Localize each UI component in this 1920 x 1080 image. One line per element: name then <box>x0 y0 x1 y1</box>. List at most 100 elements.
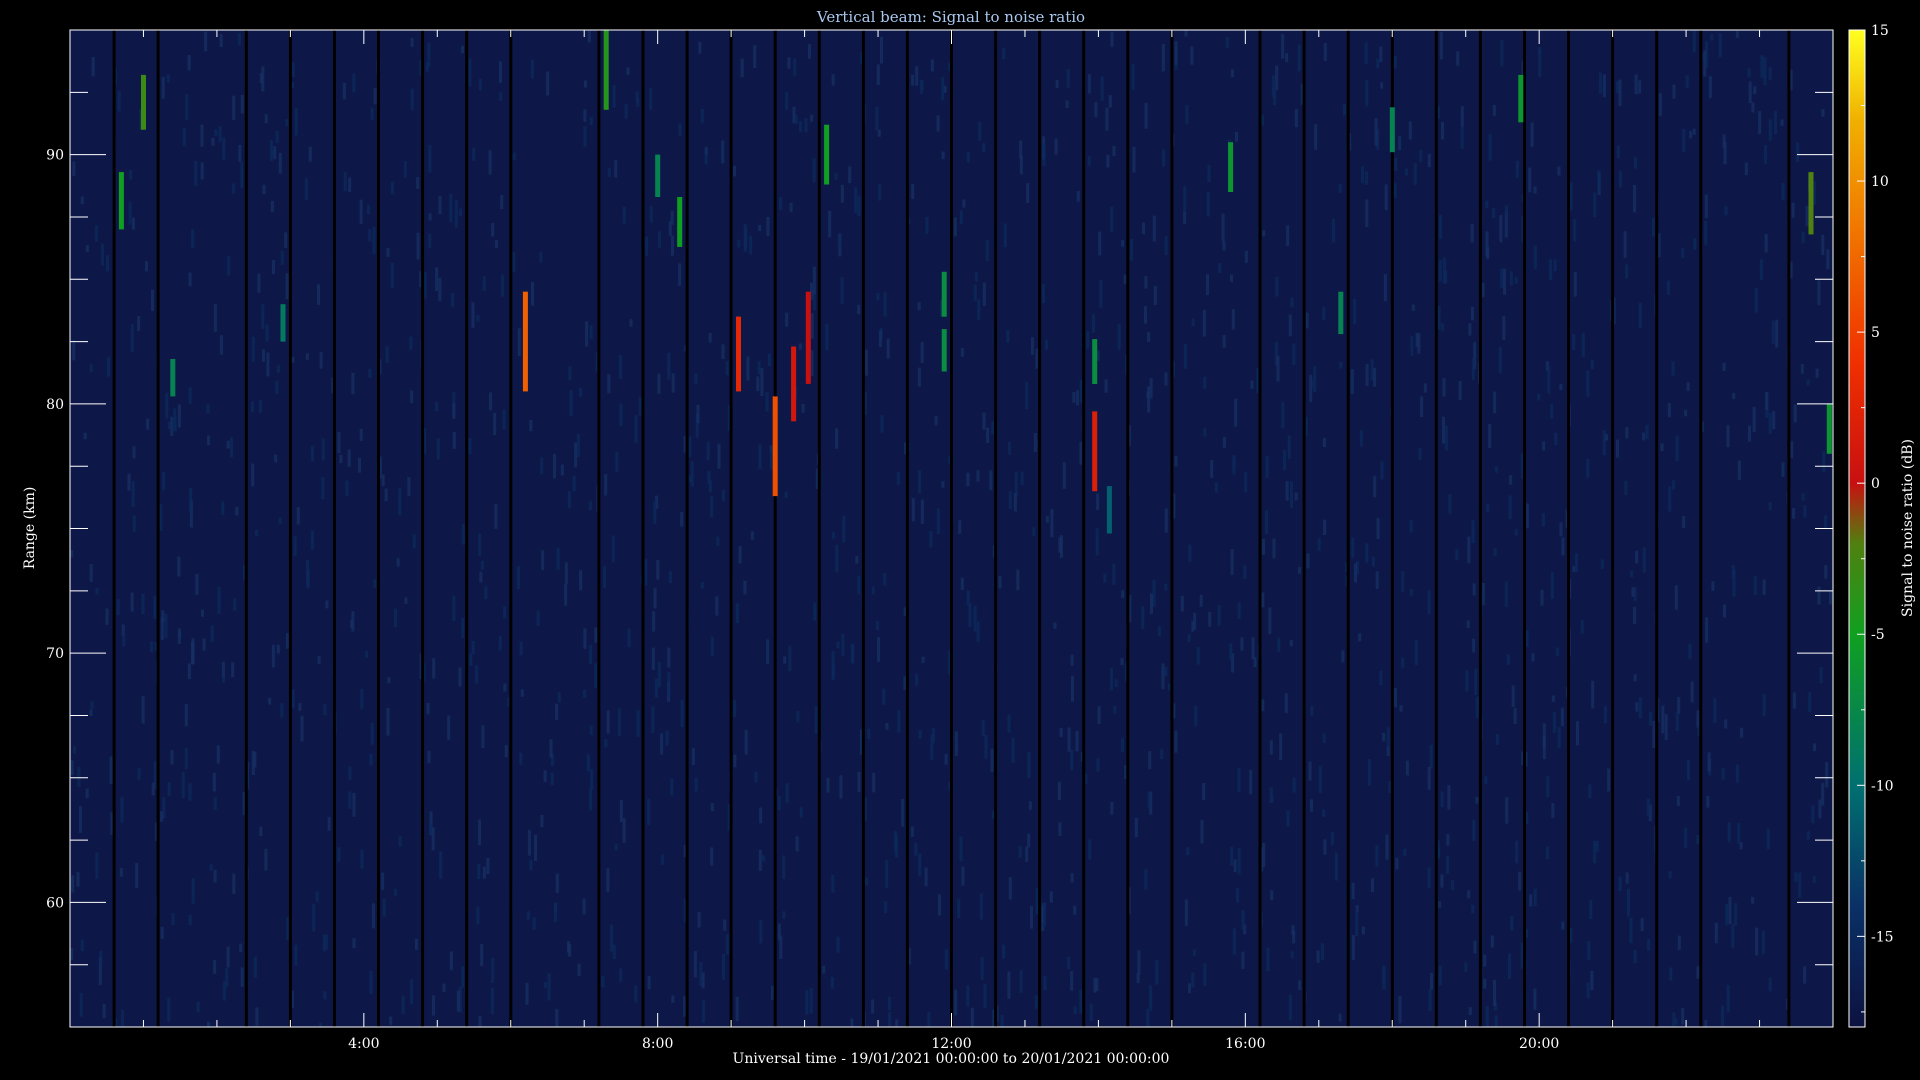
noise-cell <box>1121 590 1125 598</box>
noise-cell <box>368 229 372 242</box>
noise-cell <box>189 487 193 513</box>
noise-cell <box>1208 611 1212 627</box>
noise-cell <box>1376 58 1380 68</box>
data-gap <box>465 30 469 1027</box>
noise-cell <box>645 236 649 256</box>
noise-cell <box>439 851 443 879</box>
noise-cell <box>1533 245 1537 270</box>
noise-cell <box>1801 493 1805 501</box>
y-tick-label: 90 <box>46 148 64 164</box>
noise-cell <box>795 836 799 852</box>
noise-cell <box>128 202 132 225</box>
noise-cell <box>854 187 858 214</box>
data-gap <box>1478 30 1482 1027</box>
noise-cell <box>1200 820 1204 844</box>
noise-cell <box>1727 822 1731 843</box>
noise-cell <box>826 777 830 793</box>
noise-cell <box>1514 529 1518 536</box>
noise-cell <box>382 898 386 917</box>
noise-cell <box>1529 894 1533 907</box>
noise-cell <box>759 807 763 824</box>
data-gap <box>861 30 865 1027</box>
noise-cell <box>541 550 545 570</box>
noise-cell <box>339 454 343 464</box>
noise-cell <box>715 596 719 616</box>
noise-cell <box>359 199 363 224</box>
noise-cell <box>77 766 81 787</box>
noise-cell <box>1672 480 1676 490</box>
x-tick-label: 8:00 <box>642 1036 673 1052</box>
noise-cell <box>1335 852 1338 881</box>
noise-cell <box>191 877 195 904</box>
noise-cell <box>1361 926 1365 935</box>
noise-cell <box>671 235 674 256</box>
noise-cell <box>1386 727 1390 748</box>
noise-cell <box>1667 403 1671 418</box>
noise-cell <box>1602 74 1606 98</box>
data-gap <box>332 30 336 1027</box>
noise-cell <box>1573 272 1577 297</box>
noise-cell <box>660 854 664 865</box>
noise-cell <box>876 293 880 301</box>
noise-cell <box>435 267 439 291</box>
noise-cell <box>1677 935 1681 950</box>
noise-cell <box>842 515 846 543</box>
noise-cell <box>1067 956 1071 970</box>
noise-cell <box>1575 553 1578 572</box>
noise-cell <box>722 953 725 980</box>
noise-cell <box>1630 570 1634 578</box>
noise-cell <box>1134 817 1138 837</box>
noise-cell <box>1174 456 1178 467</box>
noise-cell <box>1123 274 1127 284</box>
noise-cell <box>1525 630 1529 647</box>
noise-cell <box>1120 738 1124 752</box>
noise-cell <box>839 775 843 799</box>
noise-cell <box>352 938 356 949</box>
noise-cell <box>251 463 255 487</box>
colorbar-tick-label: -10 <box>1871 778 1894 794</box>
noise-cell <box>188 783 192 801</box>
noise-cell <box>1748 425 1751 442</box>
noise-cell <box>80 196 84 205</box>
noise-cell <box>918 853 922 877</box>
noise-cell <box>1230 846 1234 866</box>
echo <box>170 359 176 397</box>
noise-cell <box>280 703 284 718</box>
noise-cell <box>1503 268 1506 295</box>
noise-cell <box>1685 75 1689 89</box>
noise-cell <box>1542 723 1546 749</box>
noise-cell <box>1188 983 1191 994</box>
noise-cell <box>1760 55 1764 78</box>
noise-cell <box>230 437 233 458</box>
noise-cell <box>1437 306 1441 330</box>
noise-cell <box>1079 989 1083 1014</box>
noise-cell <box>1110 668 1113 691</box>
noise-cell <box>428 145 432 173</box>
noise-cell <box>381 872 385 890</box>
noise-cell <box>1427 867 1431 889</box>
noise-cell <box>317 656 321 665</box>
noise-cell <box>1237 768 1241 792</box>
noise-cell <box>984 735 988 759</box>
noise-cell <box>212 772 216 792</box>
noise-cell <box>1309 374 1313 402</box>
noise-cell <box>130 324 134 352</box>
noise-cell <box>1375 571 1379 589</box>
noise-cell <box>99 950 103 965</box>
noise-cell <box>1071 675 1074 702</box>
noise-cell <box>982 412 986 430</box>
noise-cell <box>1586 982 1590 998</box>
data-gap <box>817 30 821 1027</box>
noise-cell <box>710 847 714 866</box>
noise-cell <box>1438 260 1442 282</box>
noise-cell <box>1323 43 1327 61</box>
noise-cell <box>478 819 481 845</box>
noise-cell <box>369 970 373 994</box>
noise-cell <box>611 535 615 563</box>
noise-cell <box>1203 963 1207 986</box>
noise-cell <box>1472 583 1476 596</box>
noise-cell <box>622 206 626 224</box>
noise-cell <box>1557 727 1561 748</box>
noise-cell <box>296 507 300 525</box>
noise-cell <box>1498 347 1502 374</box>
